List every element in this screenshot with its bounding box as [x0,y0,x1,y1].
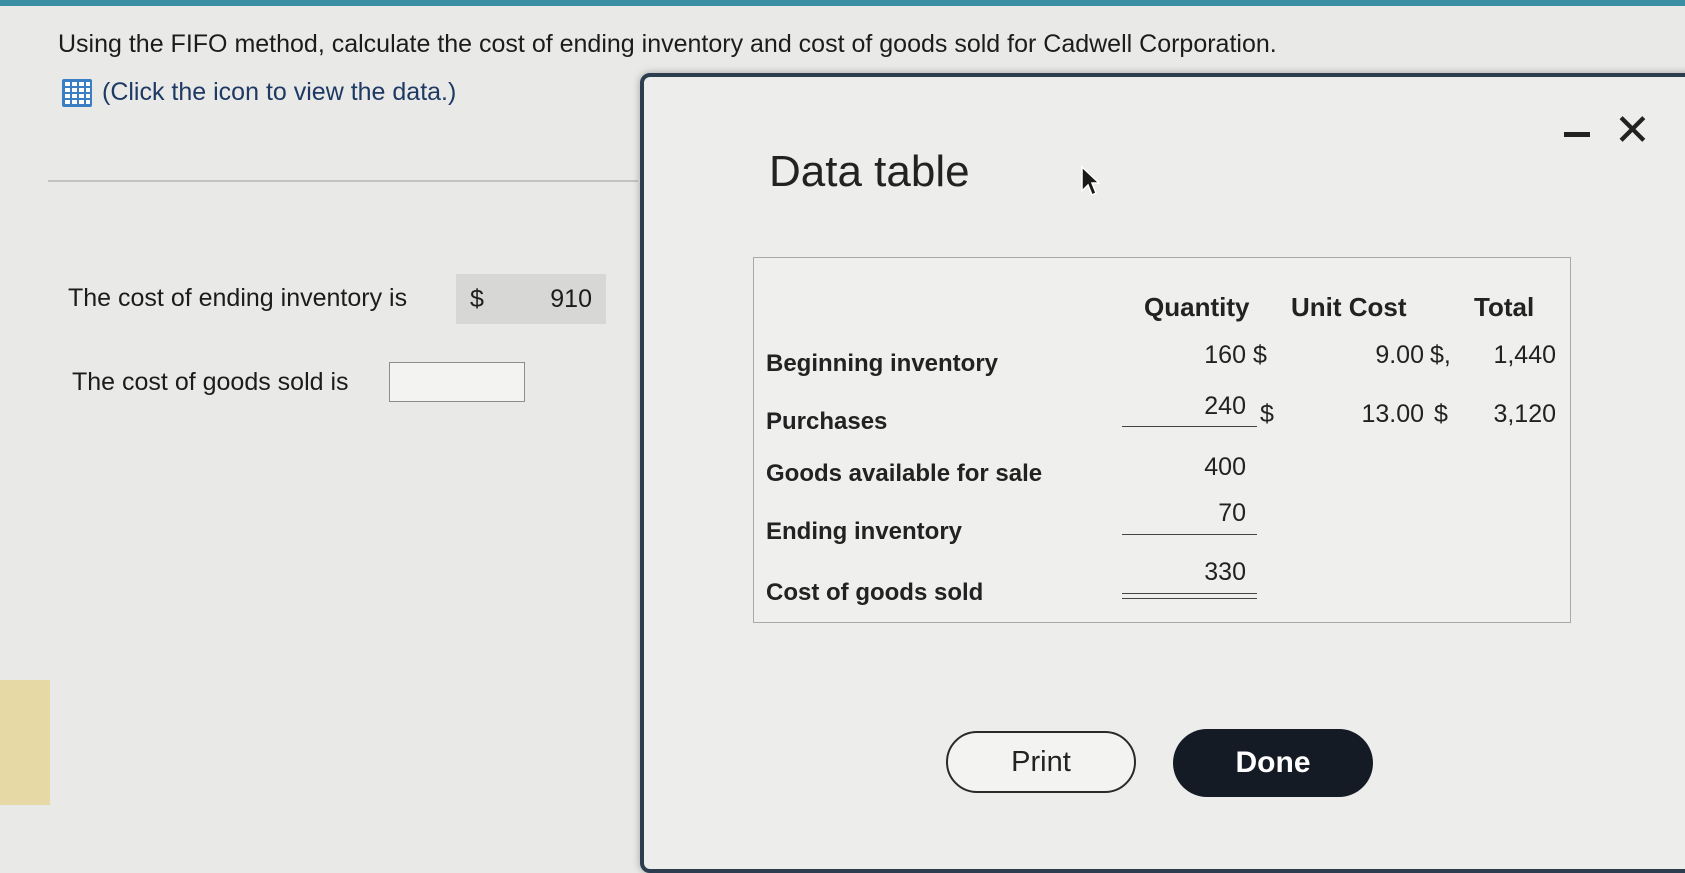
side-highlight-panel [0,680,50,805]
window-controls: ✕ [1564,109,1651,153]
cell-quantity: 70 [1218,499,1246,527]
cell-unit-cost: 9.00 [1375,341,1424,369]
ending-inventory-label: The cost of ending inventory is [68,284,408,312]
row-label-goods-available: Goods available for sale [766,460,1043,487]
minimize-icon[interactable] [1564,131,1590,137]
section-divider [48,180,638,182]
double-rule-bottom [1122,598,1257,599]
cell-currency: $ [1253,341,1267,369]
top-accent-bar [0,0,1685,6]
ending-inventory-value: 910 [550,284,592,313]
view-data-hint[interactable]: (Click the icon to view the data.) [102,78,456,107]
cell-quantity: 400 [1204,453,1246,481]
row-label-cogs: Cost of goods sold [766,579,984,606]
cell-quantity: 330 [1204,558,1246,586]
header-quantity: Quantity [1144,292,1250,322]
cell-total: 1,440 [1493,341,1556,369]
cell-currency: $ [1260,400,1274,428]
cell-total: 3,120 [1493,400,1556,428]
subtotal-rule [1122,426,1257,427]
view-data-link[interactable]: (Click the icon to view the data.) [62,78,456,107]
data-table-dialog: Data table ✕ Quantity Unit Cost Total Be… [640,73,1685,873]
done-button[interactable]: Done [1173,729,1373,797]
cogs-input[interactable] [389,362,525,402]
close-icon[interactable]: ✕ [1614,109,1651,153]
data-table: Quantity Unit Cost Total Beginning inven… [753,257,1571,623]
cell-unit-cost: 13.00 [1361,400,1424,428]
ending-inventory-answer[interactable]: $ 910 [456,274,606,324]
cell-quantity: 160 [1204,341,1246,369]
double-rule-top [1122,593,1257,594]
cell-currency: $ [1434,400,1448,428]
row-label-beginning-inventory: Beginning inventory [766,350,999,377]
table-grid-icon[interactable] [62,78,92,107]
subtotal-rule [1122,534,1257,535]
mouse-pointer-icon [1081,165,1100,197]
dialog-title: Data table [769,147,970,196]
row-label-purchases: Purchases [766,408,888,435]
question-text: Using the FIFO method, calculate the cos… [58,30,1277,58]
cell-currency: $, [1430,341,1451,369]
currency-symbol: $ [470,284,484,313]
print-button[interactable]: Print [946,731,1136,793]
header-unit-cost: Unit Cost [1291,292,1407,322]
header-total: Total [1474,292,1535,322]
row-label-ending-inventory: Ending inventory [766,518,963,545]
cell-quantity: 240 [1204,392,1246,420]
cogs-label: The cost of goods sold is [72,368,349,396]
